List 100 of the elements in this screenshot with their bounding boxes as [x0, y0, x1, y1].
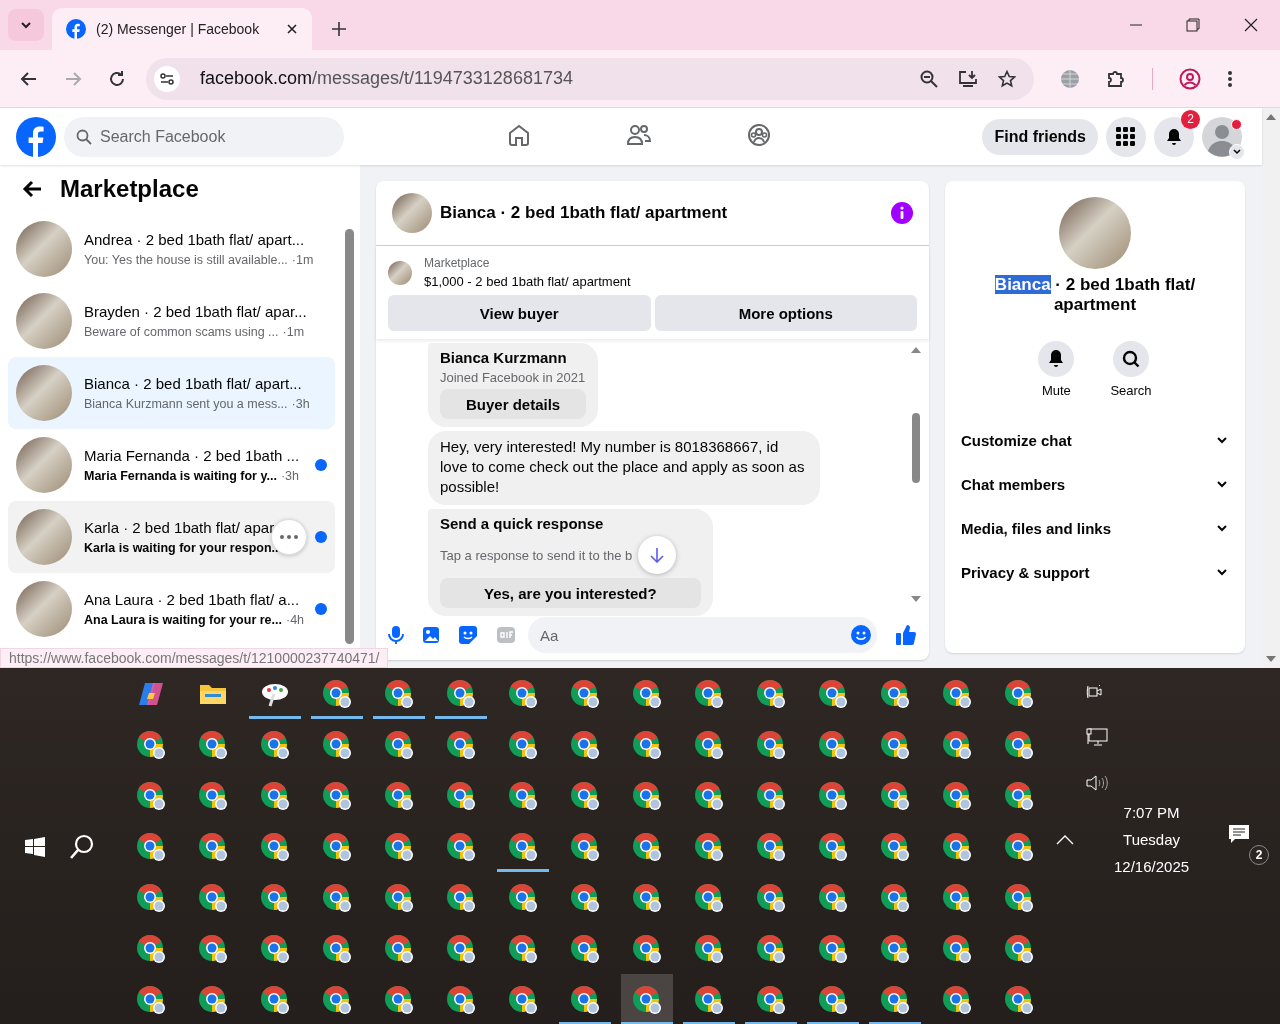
section-header[interactable]: Customize chat — [961, 418, 1229, 462]
quick-response-hint: Tap a response to send it to the b — [440, 547, 633, 563]
browser-icon — [1004, 882, 1034, 913]
browser-icon — [942, 882, 972, 913]
sticker-icon[interactable] — [458, 625, 478, 645]
conversation-title: Maria Fernanda · 2 bed 1bath ... — [84, 447, 301, 464]
conversation-item[interactable]: Brayden · 2 bed 1bath flat/ apar... Beware of common scams using ... ·1m — [8, 285, 335, 357]
mute-button[interactable] — [1038, 341, 1075, 377]
quick-response-title: Send a quick response — [440, 515, 605, 532]
search-button[interactable] — [1113, 341, 1149, 377]
scroll-down-icon[interactable] — [1266, 656, 1276, 662]
assistant-icon — [137, 680, 165, 707]
back-icon[interactable] — [20, 69, 38, 88]
conversation-title: Andrea · 2 bed 1bath flat/ apart... — [84, 231, 303, 248]
browser-icon — [384, 831, 414, 862]
browser-icon — [880, 882, 910, 913]
search-field[interactable]: Search Facebook — [100, 116, 344, 157]
quick-reply-button[interactable]: Yes, are you interested? — [440, 578, 701, 608]
browser-icon — [1004, 933, 1034, 964]
browser-icon — [508, 678, 538, 709]
message-field[interactable]: Aa — [528, 617, 847, 653]
tab-search-button[interactable] — [8, 9, 44, 41]
listing-button[interactable]: More options — [654, 295, 917, 331]
scroll-up-icon[interactable] — [1266, 114, 1276, 120]
clock[interactable]: 7:07 PM Tuesday 12/16/2025 — [1114, 804, 1190, 875]
chevron-up-icon[interactable] — [1056, 834, 1074, 845]
browser-icon — [198, 729, 228, 760]
browser-icon — [384, 678, 414, 709]
browser-icon — [818, 729, 848, 760]
star-icon[interactable] — [998, 69, 1016, 88]
reload-icon[interactable] — [108, 69, 126, 88]
conversation-title: Karla · 2 bed 1bath flat/ apar — [84, 519, 276, 536]
browser-icon — [260, 729, 290, 760]
scroll-down-icon[interactable] — [911, 596, 921, 602]
browser-icon — [632, 780, 662, 811]
browser-icon — [1004, 729, 1034, 760]
info-icon[interactable] — [891, 202, 913, 224]
browser-icon — [198, 984, 228, 1015]
microphone-icon[interactable] — [388, 625, 404, 645]
network-icon[interactable] — [1086, 728, 1108, 746]
conversation-item[interactable]: Andrea · 2 bed 1bath flat/ apart... You: Yes the house is still available... ·1m — [8, 213, 335, 285]
address-bar[interactable]: facebook.com/messages/t/1194733128681734 — [146, 57, 1034, 100]
facebook-logo-icon[interactable] — [16, 116, 56, 157]
search-icon[interactable] — [69, 834, 96, 860]
browser-icon — [446, 933, 476, 964]
find-friends-button[interactable]: Find friends — [982, 118, 1098, 155]
section-header[interactable]: Media, files and links — [961, 506, 1229, 550]
browser-icon — [942, 729, 972, 760]
emoji-icon[interactable] — [847, 617, 877, 653]
listing-button[interactable]: View buyer — [388, 295, 651, 331]
site-info-icon[interactable] — [154, 65, 180, 92]
extensions-icon[interactable] — [1106, 68, 1126, 89]
clock-day: Tuesday — [1123, 831, 1181, 848]
scrollbar-thumb[interactable] — [912, 413, 920, 483]
image-icon[interactable] — [422, 626, 440, 644]
conversation-item[interactable]: Karla · 2 bed 1bath flat/ apar Karla is waiting for your respon.. — [8, 501, 335, 573]
notifications-button[interactable] — [1154, 116, 1194, 157]
notifications-icon[interactable] — [1229, 824, 1250, 843]
section-header[interactable]: Privacy & support — [961, 550, 1229, 594]
camera-icon[interactable] — [1086, 684, 1104, 700]
browser-icon — [322, 678, 352, 709]
section-header[interactable]: Chat members — [961, 462, 1229, 506]
speaker-icon[interactable] — [1086, 774, 1108, 792]
install-app-icon[interactable] — [958, 69, 978, 88]
zoom-out-icon[interactable] — [920, 69, 938, 88]
conversation-item[interactable]: Bianca · 2 bed 1bath flat/ apart... Bianca Kurzmann sent you a mess... ·3h — [8, 357, 335, 429]
restore-icon[interactable] — [1186, 18, 1200, 32]
chevron-down-icon — [1233, 148, 1241, 155]
browser-icon — [632, 882, 662, 913]
photo-placeholder — [16, 221, 72, 277]
menu-icon[interactable] — [1227, 69, 1233, 88]
scroll-up-icon[interactable] — [911, 347, 921, 353]
browser-icon — [260, 831, 290, 862]
browser-tab[interactable]: (2) Messenger | Facebook — [52, 8, 312, 50]
thumbs-up-icon[interactable] — [895, 624, 917, 646]
conversation-item[interactable]: Ana Laura · 2 bed 1bath flat/ a... Ana Laura is waiting for your re... ·4h — [8, 573, 335, 645]
new-tab-icon[interactable] — [332, 22, 346, 36]
browser-icon — [756, 882, 786, 913]
close-icon[interactable] — [286, 23, 298, 35]
account-button[interactable] — [1202, 116, 1242, 157]
back-arrow-icon[interactable] — [22, 180, 42, 198]
browser-icon — [818, 678, 848, 709]
browser-icon — [384, 882, 414, 913]
scrollbar[interactable] — [1262, 108, 1280, 668]
browser-taskbar-button[interactable] — [621, 974, 673, 1024]
menu-button[interactable] — [1106, 116, 1146, 157]
windows-start-icon[interactable] — [24, 837, 45, 857]
buyer-details-button[interactable]: Buyer details — [440, 389, 587, 419]
close-icon[interactable] — [1244, 18, 1258, 32]
search-icon — [1122, 350, 1140, 368]
notification-count: 2 — [1249, 844, 1270, 865]
browser-icon — [322, 831, 352, 862]
profile-icon[interactable] — [1179, 67, 1201, 90]
conversation-item[interactable]: Maria Fernanda · 2 bed 1bath ... Maria Fernanda is waiting for y... ·3h — [8, 429, 335, 501]
scroll-down-button[interactable] — [638, 536, 677, 574]
browser-icon — [198, 882, 228, 913]
browser-icon — [384, 984, 414, 1015]
buyer-name: Bianca Kurzmann — [440, 349, 568, 366]
browser-icon — [694, 933, 724, 964]
listing-text: $1,000 - 2 bed 1bath flat/ apartment — [424, 274, 631, 289]
